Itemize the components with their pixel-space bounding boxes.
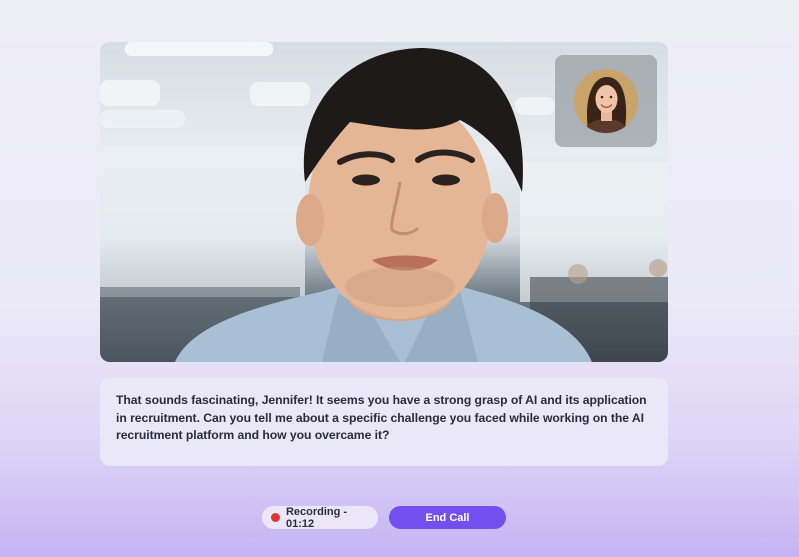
recording-label: Recording - 01:12 [285, 505, 348, 530]
call-controls: Recording - 01:12 End Call [0, 506, 799, 530]
recording-indicator: Recording - 01:12 [262, 505, 378, 530]
transcript-panel: That sounds fascinating, Jennifer! It se… [100, 378, 668, 466]
transcript-text: That sounds fascinating, Jennifer! It se… [116, 393, 647, 442]
recording-dot-icon [271, 513, 280, 522]
end-call-button[interactable]: End Call [389, 506, 506, 529]
self-avatar-image [574, 69, 638, 133]
main-video [100, 42, 668, 362]
avatar-icon [574, 69, 638, 133]
self-view-tile[interactable] [555, 55, 657, 147]
